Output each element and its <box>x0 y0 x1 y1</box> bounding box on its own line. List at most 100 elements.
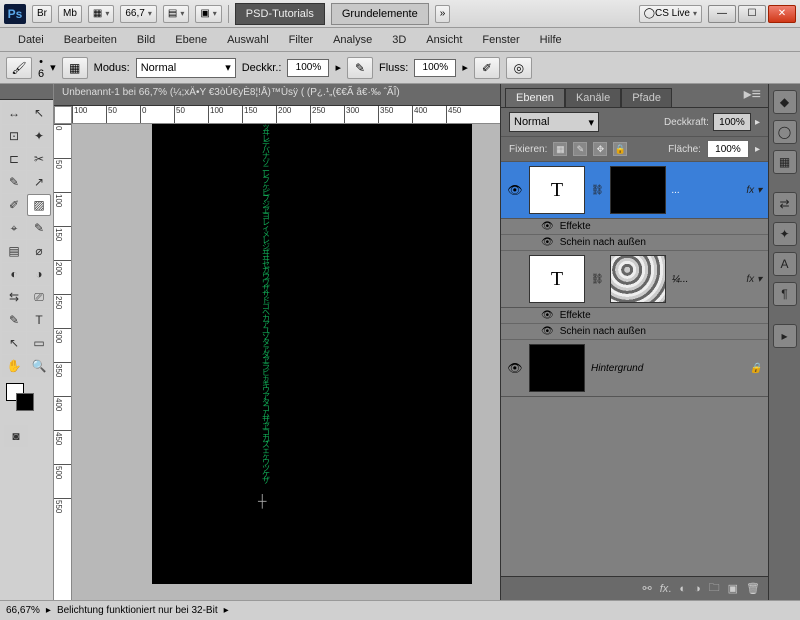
tab-ebenen[interactable]: Ebenen <box>505 88 565 107</box>
tool-4[interactable]: ⊏ <box>2 148 26 170</box>
tool-10[interactable]: ⌖ <box>2 217 26 239</box>
tool-20[interactable]: ↖ <box>2 332 26 354</box>
tab-kanaele[interactable]: Kanäle <box>565 88 621 107</box>
menu-filter[interactable]: Filter <box>279 31 323 49</box>
tool-11[interactable]: ✎ <box>27 217 51 239</box>
layer-row[interactable]: 👁T⛓...fx ▾ <box>501 162 768 219</box>
dock-adjust-icon[interactable]: ⇄ <box>773 192 797 216</box>
effect-eye-icon[interactable]: 👁 <box>541 221 554 232</box>
opacity-pressure-icon[interactable]: ✎ <box>347 57 373 79</box>
screenmode-button[interactable]: ▣ <box>195 5 221 23</box>
bridge-button[interactable]: Br <box>32 5 52 23</box>
workspace-tab-grundelemente[interactable]: Grundelemente <box>331 3 429 25</box>
tool-18[interactable]: ✎ <box>2 309 26 331</box>
effect-row[interactable]: 👁 Schein nach außen <box>501 235 768 251</box>
toolbox-grip[interactable] <box>0 84 53 100</box>
menu-analyse[interactable]: Analyse <box>323 31 382 49</box>
adjustment-layer-icon[interactable]: ◑ <box>694 583 701 595</box>
chain-icon[interactable]: ⛓ <box>591 274 604 285</box>
tool-12[interactable]: ▤ <box>2 240 26 262</box>
opacity-input[interactable] <box>287 59 329 77</box>
visibility-eye-icon[interactable]: 👁 <box>507 183 523 197</box>
airbrush-icon[interactable]: ✐ <box>474 57 500 79</box>
menu-ansicht[interactable]: Ansicht <box>416 31 472 49</box>
tool-21[interactable]: ▭ <box>27 332 51 354</box>
lock-pixels-icon[interactable]: ✎ <box>573 142 587 156</box>
new-layer-icon[interactable]: ▣ <box>728 582 738 595</box>
opacity-arrow-icon[interactable]: ▸ <box>335 61 341 74</box>
minimize-button[interactable]: — <box>708 5 736 23</box>
tool-8[interactable]: ✐ <box>2 194 26 216</box>
dock-para-icon[interactable]: ¶ <box>773 282 797 306</box>
tool-3[interactable]: ✦ <box>27 125 51 147</box>
effect-row[interactable]: 👁 Effekte <box>501 219 768 235</box>
workspace-more[interactable]: » <box>435 5 451 23</box>
arrange-button[interactable]: ▤ <box>163 5 189 23</box>
layer-mask-thumb[interactable] <box>610 166 666 214</box>
tool-1[interactable]: ↖ <box>27 102 51 124</box>
tool-13[interactable]: ⌀ <box>27 240 51 262</box>
tool-6[interactable]: ✎ <box>2 171 26 193</box>
ruler-origin[interactable] <box>54 106 72 124</box>
delete-layer-icon[interactable]: 🗑 <box>746 582 760 595</box>
tool-14[interactable]: ◐ <box>2 263 26 285</box>
layer-fx-icon[interactable]: fx. <box>660 583 672 595</box>
visibility-eye-icon[interactable] <box>507 272 523 286</box>
tool-0[interactable]: ↔ <box>2 102 26 124</box>
maximize-button[interactable]: ☐ <box>738 5 766 23</box>
tab-pfade[interactable]: Pfade <box>621 88 672 107</box>
lock-all-icon[interactable]: 🔒 <box>613 142 627 156</box>
canvas-viewport[interactable]: ッヰレデバナゾニレフヶピブジヹヨレィメレジヸヰセガウヷザサドゴヘカアユゾタァダヹ… <box>72 124 500 600</box>
dock-paths-icon[interactable]: ✦ <box>773 222 797 246</box>
tool-19[interactable]: T <box>27 309 51 331</box>
tool-15[interactable]: ◑ <box>27 263 51 285</box>
menu-datei[interactable]: Datei <box>8 31 54 49</box>
tool-17[interactable]: ⎚ <box>27 286 51 308</box>
document-tab[interactable]: Unbenannt-1 bei 66,7% (¼;xÄ•Y €3òÚ€yÈ8¦!… <box>54 84 500 106</box>
tool-23[interactable]: 🔍 <box>27 355 51 377</box>
dock-styles-icon[interactable]: ◆ <box>773 90 797 114</box>
tool-7[interactable]: ↗ <box>27 171 51 193</box>
layer-thumb[interactable]: T <box>529 255 585 303</box>
effect-eye-icon[interactable]: 👁 <box>541 237 554 248</box>
layer-group-icon[interactable]: 🗀 <box>709 579 720 598</box>
current-tool-icon[interactable]: 🖌 <box>6 57 32 79</box>
opacity-stepper-icon[interactable]: ▸ <box>755 117 760 128</box>
chain-icon[interactable]: ⛓ <box>591 185 604 196</box>
tablet-pressure-icon[interactable]: ◎ <box>506 57 532 79</box>
flow-input[interactable] <box>414 59 456 77</box>
tool-9[interactable]: ▨ <box>27 194 51 216</box>
minibridge-button[interactable]: Mb <box>58 5 82 23</box>
effect-row[interactable]: 👁 Effekte <box>501 308 768 324</box>
layer-thumb[interactable]: T <box>529 166 585 214</box>
ruler-horizontal[interactable]: 10050050100150200250300350400450 <box>72 106 500 124</box>
link-layers-icon[interactable]: ⚯ <box>642 582 651 595</box>
menu-bild[interactable]: Bild <box>127 31 165 49</box>
menu-hilfe[interactable]: Hilfe <box>530 31 572 49</box>
quickmask-toggle[interactable]: ◙ <box>4 425 28 447</box>
dock-char-icon[interactable]: A <box>773 252 797 276</box>
layer-fx-badge[interactable]: fx ▾ <box>746 274 762 285</box>
tool-16[interactable]: ⇆ <box>2 286 26 308</box>
blend-mode-select[interactable]: Normal▾ <box>136 58 236 78</box>
layer-row[interactable]: T⛓¼...fx ▾ <box>501 251 768 308</box>
cslive-button[interactable]: ◯ CS Live <box>639 5 702 23</box>
zoom-dropdown[interactable]: 66,7 <box>120 5 156 23</box>
layer-mask-thumb[interactable] <box>610 255 666 303</box>
ruler-vertical[interactable]: 050100150200250300350400450500550 <box>54 124 72 600</box>
workspace-tab-tutorials[interactable]: PSD-Tutorials <box>235 3 325 25</box>
flow-arrow-icon[interactable]: ▸ <box>462 61 468 74</box>
layer-fx-badge[interactable]: fx ▾ <box>746 185 762 196</box>
effect-eye-icon[interactable]: 👁 <box>541 310 554 321</box>
layer-thumb[interactable] <box>529 344 585 392</box>
effect-eye-icon[interactable]: 👁 <box>541 326 554 337</box>
layer-mask-icon[interactable]: ◐ <box>679 583 686 595</box>
brush-dropdown-icon[interactable]: ▾ <box>50 61 56 74</box>
menu-auswahl[interactable]: Auswahl <box>217 31 279 49</box>
panel-menu-icon[interactable]: ▸≡ <box>741 81 764 107</box>
tool-5[interactable]: ✂ <box>27 148 51 170</box>
menu-fenster[interactable]: Fenster <box>472 31 529 49</box>
background-color[interactable] <box>16 393 34 411</box>
fill-stepper-icon[interactable]: ▸ <box>755 144 760 155</box>
menu-bearbeiten[interactable]: Bearbeiten <box>54 31 127 49</box>
